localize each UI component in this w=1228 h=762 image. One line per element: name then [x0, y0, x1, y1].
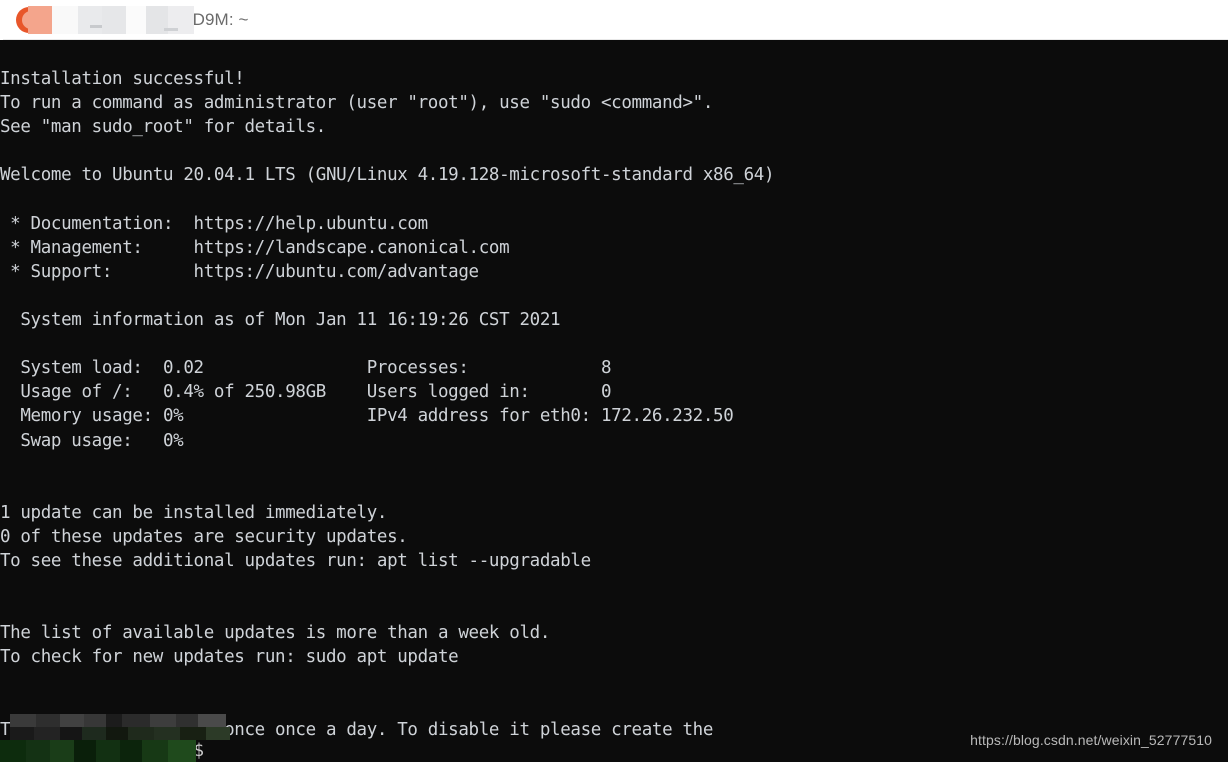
ubuntu-wsl-icon — [16, 7, 42, 33]
terminal-output: Installation successful! To run a command… — [0, 43, 774, 762]
terminal-line: Welcome to Ubuntu 20.04.1 LTS (GNU/Linux… — [0, 165, 775, 186]
terminal-line-support: * Support: https://ubuntu.com/advantage — [0, 261, 479, 282]
terminal-line-upgradable-hint: To see these additional updates run: apt… — [0, 550, 591, 571]
terminal-line-memory: Memory usage: 0% IPv4 address for eth0: … — [0, 406, 734, 427]
prompt-separator: : — [162, 741, 174, 761]
shell-prompt[interactable]: @LAPTOP-HO7VSD9M:~ $ — [0, 739, 204, 762]
terminal-line-apt-update-hint: To check for new updates run: sudo apt u… — [0, 647, 459, 668]
prompt-user-host: @LAPTOP-HO7VSD9M — [0, 741, 163, 761]
terminal-line-swap: Swap usage: 0% — [0, 430, 184, 451]
window-title: @LAPTOP-HO7VSD9M: ~ — [44, 10, 249, 29]
terminal-line-sysload: System load: 0.02 Processes: 8 — [0, 358, 612, 379]
window-left-edge — [0, 0, 3, 40]
watermark-text: https://blog.csdn.net/weixin_52777510 — [970, 732, 1212, 748]
titlebar-content: @LAPTOP-HO7VSD9M: ~ — [8, 0, 249, 40]
terminal-line: Installation successful! — [0, 69, 245, 90]
terminal-line-security-updates: 0 of these updates are security updates. — [0, 526, 408, 547]
terminal-window: @LAPTOP-HO7VSD9M: ~ Installation success… — [0, 0, 1228, 762]
prompt-path: ~ — [173, 741, 184, 761]
terminal-line-documentation: * Documentation: https://help.ubuntu.com — [0, 213, 428, 234]
terminal-line-usage: Usage of /: 0.4% of 250.98GB Users logge… — [0, 382, 612, 403]
prompt-symbol: $ — [183, 741, 205, 761]
terminal-body[interactable]: Installation successful! To run a command… — [0, 40, 1228, 762]
terminal-line-updates-count: 1 update can be installed immediately. — [0, 502, 388, 523]
terminal-line-sysinfo-header: System information as of Mon Jan 11 16:1… — [0, 310, 561, 331]
window-titlebar[interactable]: @LAPTOP-HO7VSD9M: ~ — [0, 0, 1228, 40]
terminal-line-stale-list: The list of available updates is more th… — [0, 623, 551, 644]
terminal-line-management: * Management: https://landscape.canonica… — [0, 237, 510, 258]
terminal-line: To run a command as administrator (user … — [0, 93, 714, 114]
terminal-line: See "man sudo_root" for details. — [0, 117, 326, 138]
